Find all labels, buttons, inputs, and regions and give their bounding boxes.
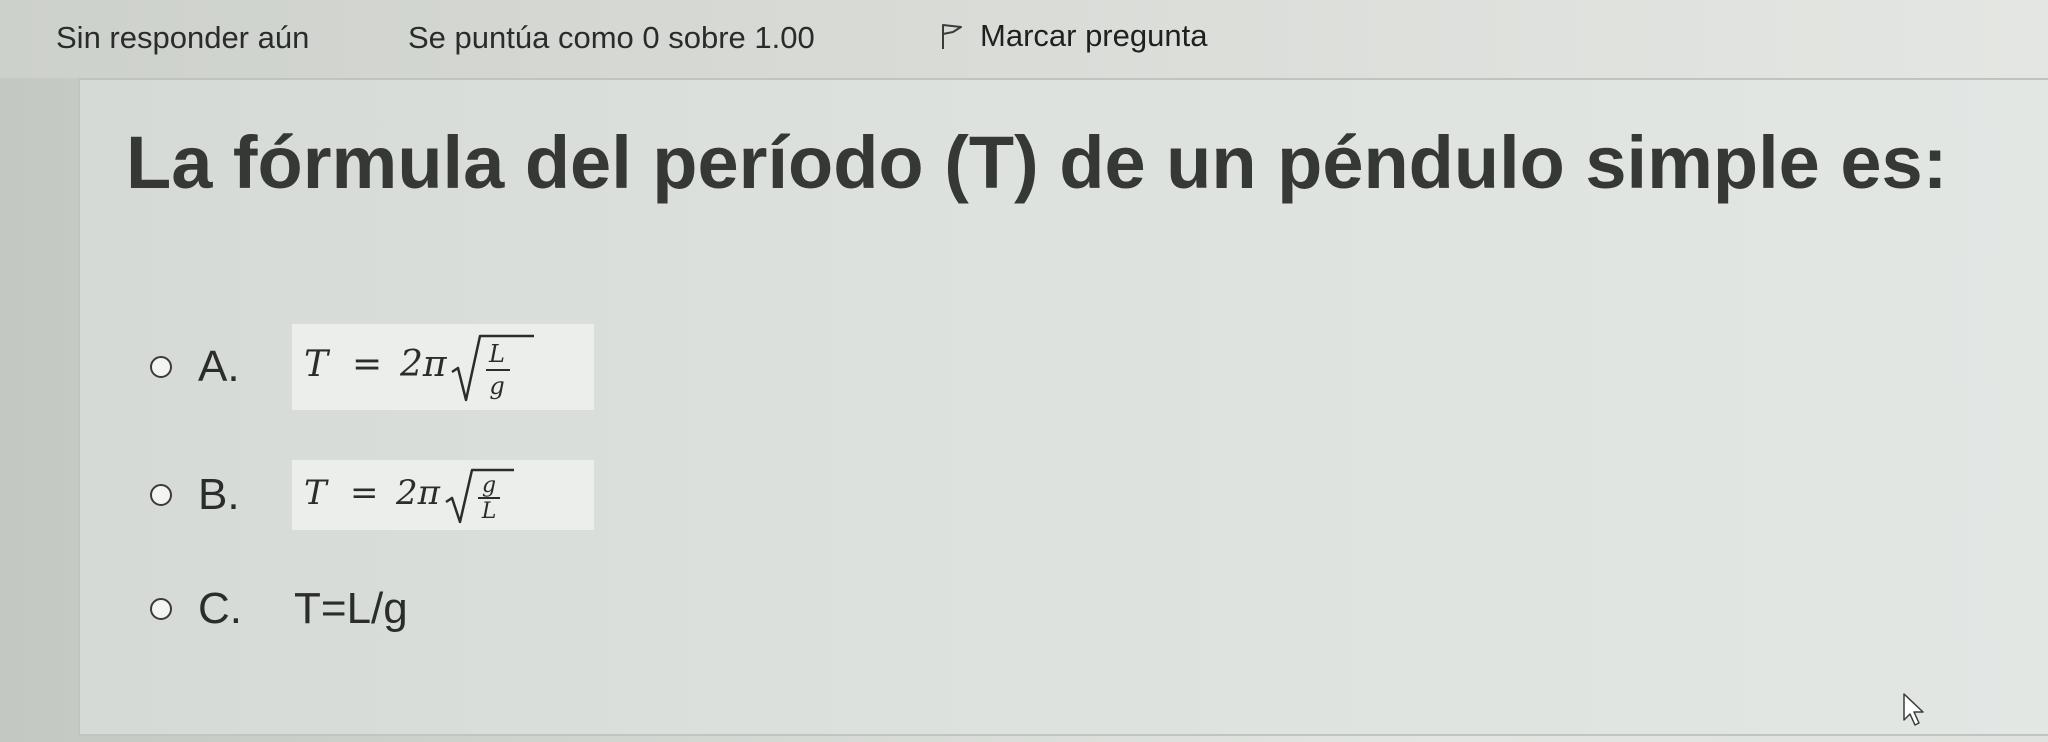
formula-a-eq: = — [352, 344, 382, 385]
option-a-formula: T = 2π L g — [292, 324, 594, 410]
question-info-bar: Sin responder aún Se puntúa como 0 sobre… — [0, 0, 2048, 78]
option-b-radio[interactable] — [150, 484, 172, 506]
sqrt-sign — [445, 468, 514, 524]
formula-a-numerator: L — [488, 340, 505, 368]
option-c-formula: T=L/g — [294, 584, 408, 633]
question-text: La fórmula del período (T) de un péndulo… — [126, 121, 1948, 204]
formula-b-numerator: g — [482, 473, 496, 498]
formula-b-eq: = — [350, 473, 379, 513]
option-a-radio[interactable] — [150, 356, 172, 378]
flag-question-label: Marcar pregunta — [980, 18, 1208, 53]
flag-question-button[interactable]: Marcar pregunta — [940, 18, 1207, 54]
question-grade: Se puntúa como 0 sobre 1.00 — [408, 20, 815, 55]
quiz-screen: Sin responder aún Se puntúa como 0 sobre… — [0, 0, 2048, 742]
question-box: La fórmula del período (T) de un péndulo… — [78, 78, 2048, 736]
mouse-cursor-icon — [1902, 692, 1928, 733]
option-a[interactable]: A. T = 2π L g — [150, 324, 594, 410]
option-c[interactable]: C. T=L/g — [150, 584, 408, 634]
flag-icon — [940, 22, 964, 50]
formula-b-coef: 2π — [395, 473, 441, 513]
option-c-letter: C. — [198, 584, 242, 633]
formula-b-lhs: T — [304, 473, 329, 513]
option-c-radio[interactable] — [150, 598, 172, 620]
formula-a-denominator: g — [489, 372, 504, 400]
option-a-letter: A. — [198, 342, 240, 391]
formula-a-lhs: T — [304, 344, 331, 385]
option-b-letter: B. — [198, 470, 240, 519]
option-b[interactable]: B. T = 2π g L — [150, 460, 594, 530]
option-b-formula: T = 2π g L — [292, 460, 594, 530]
formula-a-coef: 2π — [399, 344, 448, 385]
question-status: Sin responder aún — [56, 20, 310, 55]
formula-b-denominator: L — [481, 499, 497, 524]
